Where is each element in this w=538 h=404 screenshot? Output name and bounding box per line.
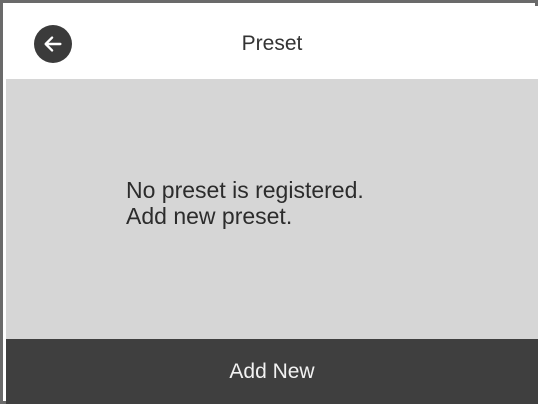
add-new-label: Add New <box>229 359 315 383</box>
arrow-left-icon <box>42 33 64 55</box>
empty-state-message: No preset is registered. Add new preset. <box>126 177 364 229</box>
message-line-2: Add new preset. <box>126 203 293 229</box>
screen-frame: Preset No preset is registered. Add new … <box>0 0 538 404</box>
message-line-1: No preset is registered. <box>126 177 364 203</box>
page-title: Preset <box>241 32 303 55</box>
message-panel: No preset is registered. Add new preset. <box>6 79 538 339</box>
back-button[interactable] <box>34 25 72 63</box>
header-bar: Preset <box>6 6 538 79</box>
add-new-button[interactable]: Add New <box>6 339 538 404</box>
